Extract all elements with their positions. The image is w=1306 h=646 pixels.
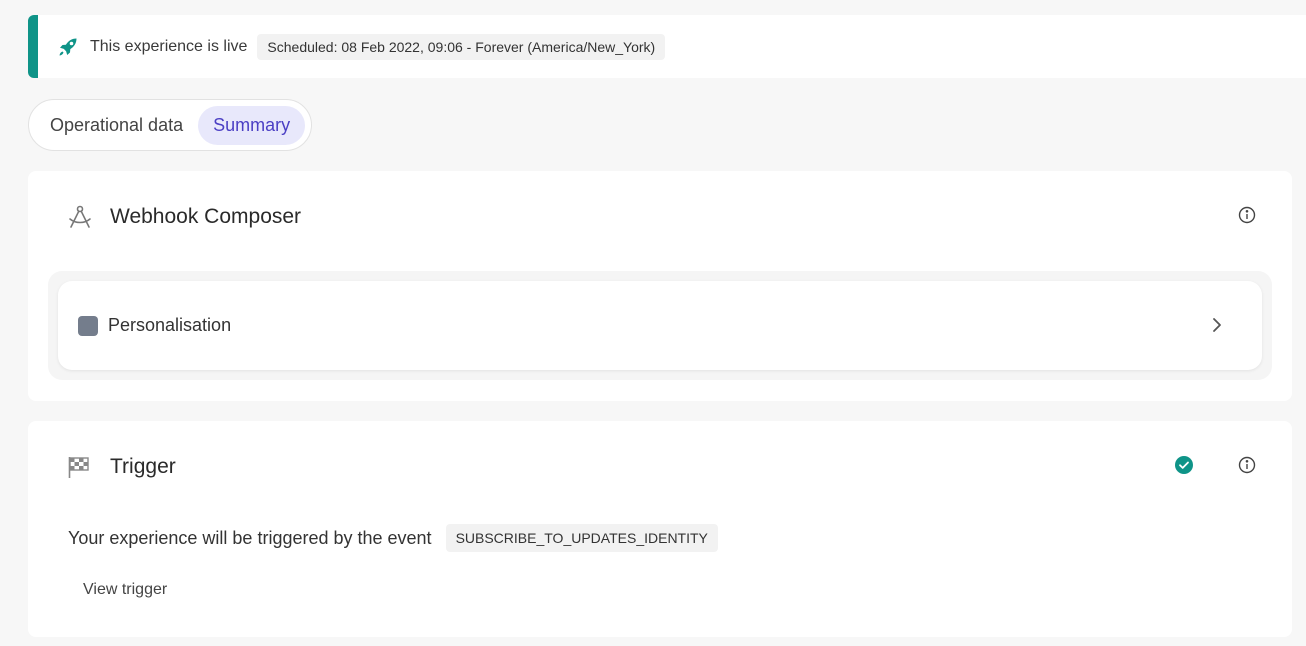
webhook-composer-card: Webhook Composer Personalisation (28, 171, 1292, 401)
personalisation-wrapper: Personalisation (48, 271, 1272, 380)
info-icon[interactable] (1238, 456, 1256, 474)
webhook-composer-header: Webhook Composer (66, 203, 301, 231)
personalisation-label: Personalisation (108, 315, 232, 335)
flag-icon (66, 453, 94, 481)
trigger-event-chip: SUBSCRIBE_TO_UPDATES_IDENTITY (445, 524, 718, 552)
trigger-card: Trigger Your experience will be triggere… (28, 421, 1292, 637)
check-circle-icon (1175, 456, 1193, 474)
webhook-composer-title: Webhook Composer (110, 205, 302, 228)
view-trigger-link[interactable]: View trigger (83, 581, 167, 599)
chevron-right-icon[interactable] (1210, 315, 1224, 335)
live-status-banner: This experience is live Scheduled: 08 Fe… (28, 15, 1306, 78)
trigger-header: Trigger (66, 453, 176, 481)
info-icon[interactable] (1238, 206, 1256, 224)
schedule-chip: Scheduled: 08 Feb 2022, 09:06 - Forever … (257, 33, 666, 60)
trigger-title: Trigger (110, 455, 176, 478)
tab-operational-data[interactable]: Operational data (35, 106, 198, 145)
live-status-text: This experience is live (90, 37, 248, 55)
trigger-description-row: Your experience will be triggered by the… (68, 524, 718, 552)
view-tabs: Operational data Summary (28, 99, 313, 151)
rocket-icon (56, 35, 80, 59)
personalisation-swatch (78, 315, 98, 336)
personalisation-item[interactable]: Personalisation (58, 281, 1262, 370)
compass-icon (66, 203, 94, 231)
tab-summary[interactable]: Summary (198, 105, 306, 145)
trigger-description: Your experience will be triggered by the… (68, 527, 432, 548)
